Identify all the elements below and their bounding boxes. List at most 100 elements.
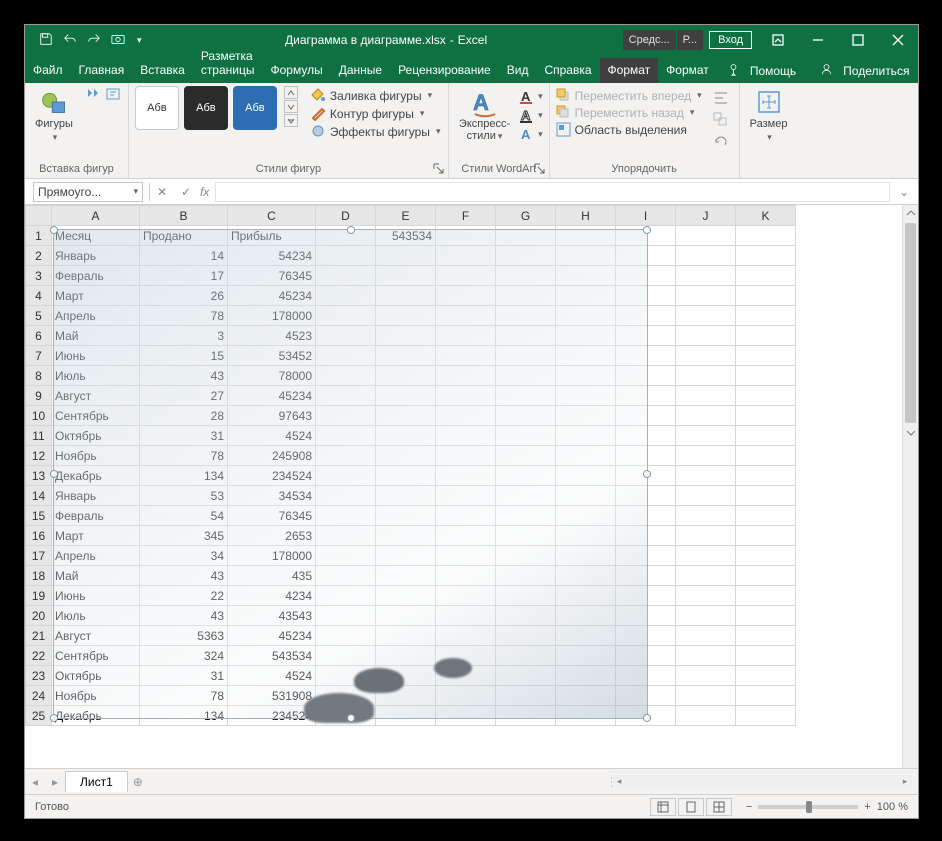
zoom-slider[interactable] (758, 805, 858, 809)
cell[interactable] (676, 446, 736, 466)
cell[interactable] (376, 666, 436, 686)
row-header[interactable]: 20 (26, 606, 52, 626)
cell[interactable]: 22 (140, 586, 228, 606)
cell[interactable] (436, 406, 496, 426)
cell[interactable] (556, 426, 616, 446)
cell[interactable] (736, 266, 796, 286)
cell[interactable] (616, 426, 676, 446)
row-header[interactable]: 4 (26, 286, 52, 306)
align-button[interactable] (711, 88, 731, 108)
cell[interactable] (316, 426, 376, 446)
cell[interactable] (616, 706, 676, 726)
cell[interactable]: Май (52, 566, 140, 586)
cell[interactable]: 43 (140, 566, 228, 586)
cell[interactable] (556, 446, 616, 466)
cell[interactable] (496, 246, 556, 266)
cell[interactable] (616, 506, 676, 526)
row-header[interactable]: 24 (26, 686, 52, 706)
tab-insert[interactable]: Вставка (132, 58, 193, 83)
cell[interactable]: 2653 (228, 526, 316, 546)
cell[interactable] (616, 286, 676, 306)
cell[interactable]: Май (52, 326, 140, 346)
cell[interactable] (316, 486, 376, 506)
cell[interactable]: Март (52, 286, 140, 306)
send-backward-button[interactable]: Переместить назад▾ (556, 105, 702, 120)
row-header[interactable]: 17 (26, 546, 52, 566)
text-outline-button[interactable]: A▾ (519, 107, 543, 123)
cell[interactable] (676, 466, 736, 486)
text-fill-button[interactable]: A▾ (519, 88, 543, 104)
fx-icon[interactable]: fx (200, 185, 209, 199)
cell[interactable] (376, 386, 436, 406)
cell[interactable]: 34 (140, 546, 228, 566)
tab-file[interactable]: Файл (25, 58, 71, 83)
cell[interactable] (316, 326, 376, 346)
cell[interactable] (436, 666, 496, 686)
cell[interactable]: Декабрь (52, 466, 140, 486)
cell[interactable] (316, 286, 376, 306)
cell[interactable]: Февраль (52, 506, 140, 526)
cell[interactable] (376, 706, 436, 726)
undo-icon[interactable] (63, 32, 77, 49)
cell[interactable] (316, 466, 376, 486)
cell[interactable] (496, 446, 556, 466)
cell[interactable]: 178000 (228, 306, 316, 326)
cell[interactable] (376, 546, 436, 566)
tab-scroll-right-icon[interactable]: ▸ (45, 775, 65, 789)
style-preset-3[interactable]: Абв (233, 86, 277, 130)
col-header[interactable]: B (140, 206, 228, 226)
share-icon[interactable] (820, 63, 833, 79)
cell[interactable]: 178000 (228, 546, 316, 566)
cell[interactable] (676, 666, 736, 686)
cell[interactable] (436, 586, 496, 606)
cell[interactable] (556, 386, 616, 406)
new-sheet-icon[interactable]: ⊕ (128, 775, 148, 789)
cell[interactable] (676, 266, 736, 286)
cell[interactable] (496, 286, 556, 306)
cell[interactable] (676, 586, 736, 606)
cell[interactable] (496, 366, 556, 386)
dialog-launcher-icon[interactable] (534, 163, 545, 174)
tellme-icon[interactable] (727, 63, 740, 79)
cell[interactable]: 76345 (228, 506, 316, 526)
cell[interactable] (496, 546, 556, 566)
cell[interactable] (616, 246, 676, 266)
cell[interactable] (376, 566, 436, 586)
cell[interactable] (556, 586, 616, 606)
col-header[interactable]: J (676, 206, 736, 226)
col-header[interactable]: H (556, 206, 616, 226)
row-header[interactable]: 5 (26, 306, 52, 326)
cell[interactable] (676, 486, 736, 506)
cell[interactable] (556, 606, 616, 626)
tab-scroll-left-icon[interactable]: ◂ (25, 775, 45, 789)
cell[interactable] (616, 606, 676, 626)
selection-pane-button[interactable]: Область выделения (556, 122, 702, 137)
cell[interactable] (676, 646, 736, 666)
cell[interactable]: 15 (140, 346, 228, 366)
row-header[interactable]: 18 (26, 566, 52, 586)
share-label[interactable]: Поделиться (843, 64, 909, 78)
cell[interactable] (436, 246, 496, 266)
cell[interactable] (496, 226, 556, 246)
cell[interactable] (376, 346, 436, 366)
cell[interactable] (436, 446, 496, 466)
cell[interactable] (316, 446, 376, 466)
maximize-icon[interactable] (838, 25, 878, 55)
cell[interactable] (736, 506, 796, 526)
cell[interactable] (616, 226, 676, 246)
cell[interactable] (556, 486, 616, 506)
row-header[interactable]: 25 (26, 706, 52, 726)
tab-format-1[interactable]: Формат (600, 58, 659, 83)
close-icon[interactable] (878, 25, 918, 55)
tab-format-2[interactable]: Формат (658, 58, 717, 83)
row-header[interactable]: 16 (26, 526, 52, 546)
row-header[interactable]: 22 (26, 646, 52, 666)
cell[interactable] (316, 586, 376, 606)
cell[interactable] (556, 466, 616, 486)
cell[interactable] (436, 646, 496, 666)
cell[interactable]: 54234 (228, 246, 316, 266)
cell[interactable] (436, 506, 496, 526)
cell[interactable] (616, 326, 676, 346)
cell[interactable] (436, 326, 496, 346)
cell[interactable]: 31 (140, 666, 228, 686)
